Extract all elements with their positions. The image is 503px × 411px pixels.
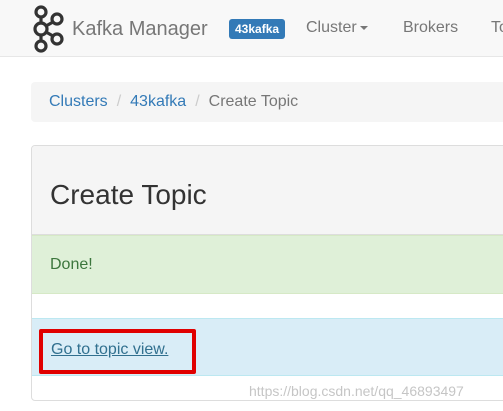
page-title: Create Topic	[50, 179, 207, 210]
highlight-annotation-box	[39, 329, 196, 374]
nav-brokers[interactable]: Brokers	[403, 17, 458, 39]
nav-cluster-dropdown[interactable]: Cluster	[306, 17, 368, 39]
breadcrumb-separator: /	[116, 93, 122, 110]
brand-title: Kafka Manager	[72, 17, 208, 40]
success-alert: Done!	[32, 235, 503, 294]
panel-heading: Create Topic	[32, 146, 503, 235]
chevron-down-icon	[359, 25, 368, 30]
watermark-text: https://blog.csdn.net/qq_46893497	[249, 383, 464, 399]
breadcrumb-current: Create Topic	[208, 93, 299, 110]
nav-topics[interactable]: To	[491, 17, 503, 39]
cluster-badge: 43kafka	[229, 19, 286, 39]
brand[interactable]: Kafka Manager	[30, 4, 208, 54]
breadcrumb-separator: /	[195, 93, 200, 110]
navbar: Kafka Manager 43kafka Cluster Brokers To	[0, 0, 503, 57]
breadcrumb: Clusters / 43kafka / Create Topic	[31, 82, 503, 122]
kafka-logo-icon	[33, 5, 64, 53]
nav-cluster-label: Cluster	[306, 19, 357, 36]
breadcrumb-cluster-43kafka[interactable]: 43kafka	[130, 93, 186, 111]
success-message: Done!	[50, 256, 93, 273]
breadcrumb-clusters[interactable]: Clusters	[49, 93, 108, 111]
